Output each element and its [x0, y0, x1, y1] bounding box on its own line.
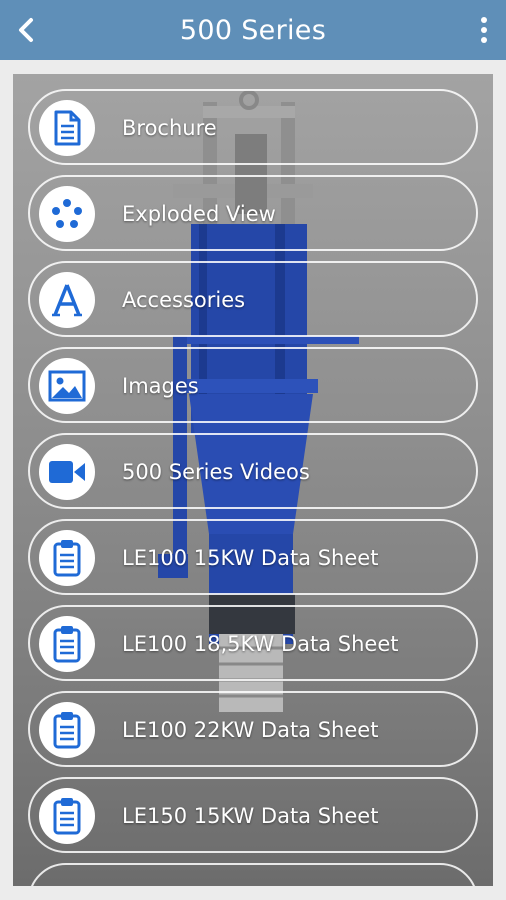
menu-item-videos[interactable]: 500 Series Videos — [28, 433, 478, 509]
menu-item-le100-15kw-data-sheet[interactable]: LE100 15KW Data Sheet — [28, 519, 478, 595]
icon-badge — [39, 100, 95, 156]
page-title: 500 Series — [179, 15, 327, 46]
menu-item-label: LE100 18,5KW Data Sheet — [122, 632, 399, 656]
clipboard-icon — [53, 712, 81, 749]
exploded-view-icon — [52, 199, 82, 228]
menu-item-exploded-view[interactable]: Exploded View — [28, 175, 478, 251]
document-icon — [54, 110, 81, 146]
icon-badge — [39, 272, 95, 328]
menu-item-label: Images — [122, 374, 199, 398]
icon-badge — [39, 186, 95, 242]
menu-item-accessories[interactable]: Accessories — [28, 261, 478, 337]
menu-item-le100-22kw-data-sheet[interactable]: LE100 22KW Data Sheet — [28, 691, 478, 767]
menu-item-label: Brochure — [122, 116, 217, 140]
menu-item-label: Accessories — [122, 288, 246, 312]
icon-badge — [39, 616, 95, 672]
content-panel: Brochure Exploded View Accessories Image… — [13, 74, 493, 886]
app-bar: 500 Series — [0, 0, 506, 60]
menu-item-label: LE100 22KW Data Sheet — [122, 718, 379, 742]
menu-item-partial[interactable] — [28, 863, 478, 886]
menu-item-label: LE150 15KW Data Sheet — [122, 804, 379, 828]
menu-item-brochure[interactable]: Brochure — [28, 89, 478, 165]
more-vertical-icon[interactable] — [476, 14, 492, 46]
clipboard-icon — [53, 540, 81, 577]
letter-a-icon — [52, 284, 82, 317]
icon-badge — [39, 358, 95, 414]
video-camera-icon — [49, 461, 85, 483]
menu-item-label: 500 Series Videos — [122, 460, 310, 484]
icon-badge — [39, 530, 95, 586]
menu-item-le100-18-5kw-data-sheet[interactable]: LE100 18,5KW Data Sheet — [28, 605, 478, 681]
menu-item-le150-15kw-data-sheet[interactable]: LE150 15KW Data Sheet — [28, 777, 478, 853]
image-icon — [48, 370, 86, 402]
clipboard-icon — [53, 626, 81, 663]
menu-item-label: Exploded View — [122, 202, 276, 226]
clipboard-icon — [53, 798, 81, 835]
icon-badge — [39, 444, 95, 500]
icon-badge — [39, 702, 95, 758]
menu-item-images[interactable]: Images — [28, 347, 478, 423]
icon-badge — [39, 788, 95, 844]
menu-item-label: LE100 15KW Data Sheet — [122, 546, 379, 570]
